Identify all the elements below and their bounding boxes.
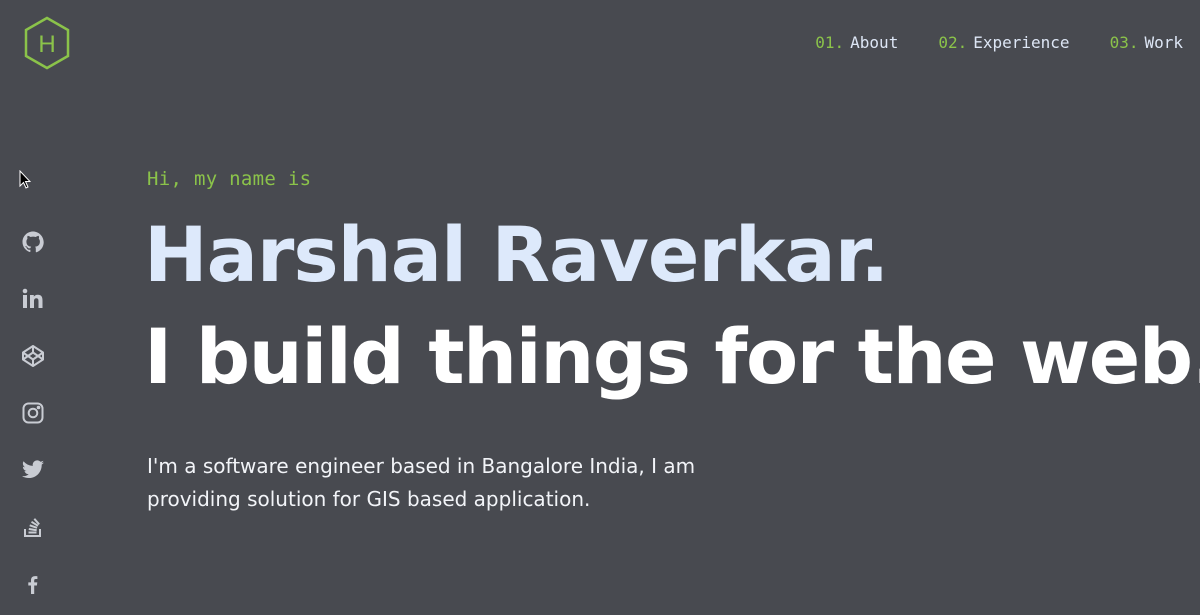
linkedin-icon[interactable] [21,287,45,311]
twitter-icon[interactable] [21,458,45,482]
social-links [21,230,45,615]
instagram-icon[interactable] [21,401,45,425]
hero-name: Harshal Raverkar. [144,210,889,299]
nav-label: About [850,33,899,52]
nav-number: 03. [1109,33,1139,52]
page: H 01. About 02. Experience 03. Work Hi, … [0,0,1200,615]
nav-number: 01. [815,33,845,52]
mouse-cursor-icon [19,169,32,190]
nav-item-experience[interactable]: 02. Experience [938,33,1069,52]
hexagon-logo-icon: H [24,16,70,70]
logo[interactable]: H [23,16,71,70]
nav-item-work[interactable]: 03. Work [1110,33,1183,52]
nav-number: 02. [938,33,968,52]
nav-label: Experience [973,33,1070,52]
stackoverflow-icon[interactable] [21,515,45,539]
github-icon[interactable] [21,230,45,254]
main-nav: 01. About 02. Experience 03. Work [815,33,1183,52]
hero-section: Hi, my name is Harshal Raverkar. I build… [144,168,1200,516]
logo-letter: H [38,31,55,58]
codepen-icon[interactable] [21,344,45,368]
greeting: Hi, my name is [147,168,312,190]
facebook-icon[interactable] [21,572,45,596]
hero-bio: I'm a software engineer based in Bangalo… [147,454,696,511]
hero-tagline: I build things for the web. [144,312,1200,401]
nav-item-about[interactable]: 01. About [815,33,898,52]
nav-label: Work [1144,33,1183,52]
